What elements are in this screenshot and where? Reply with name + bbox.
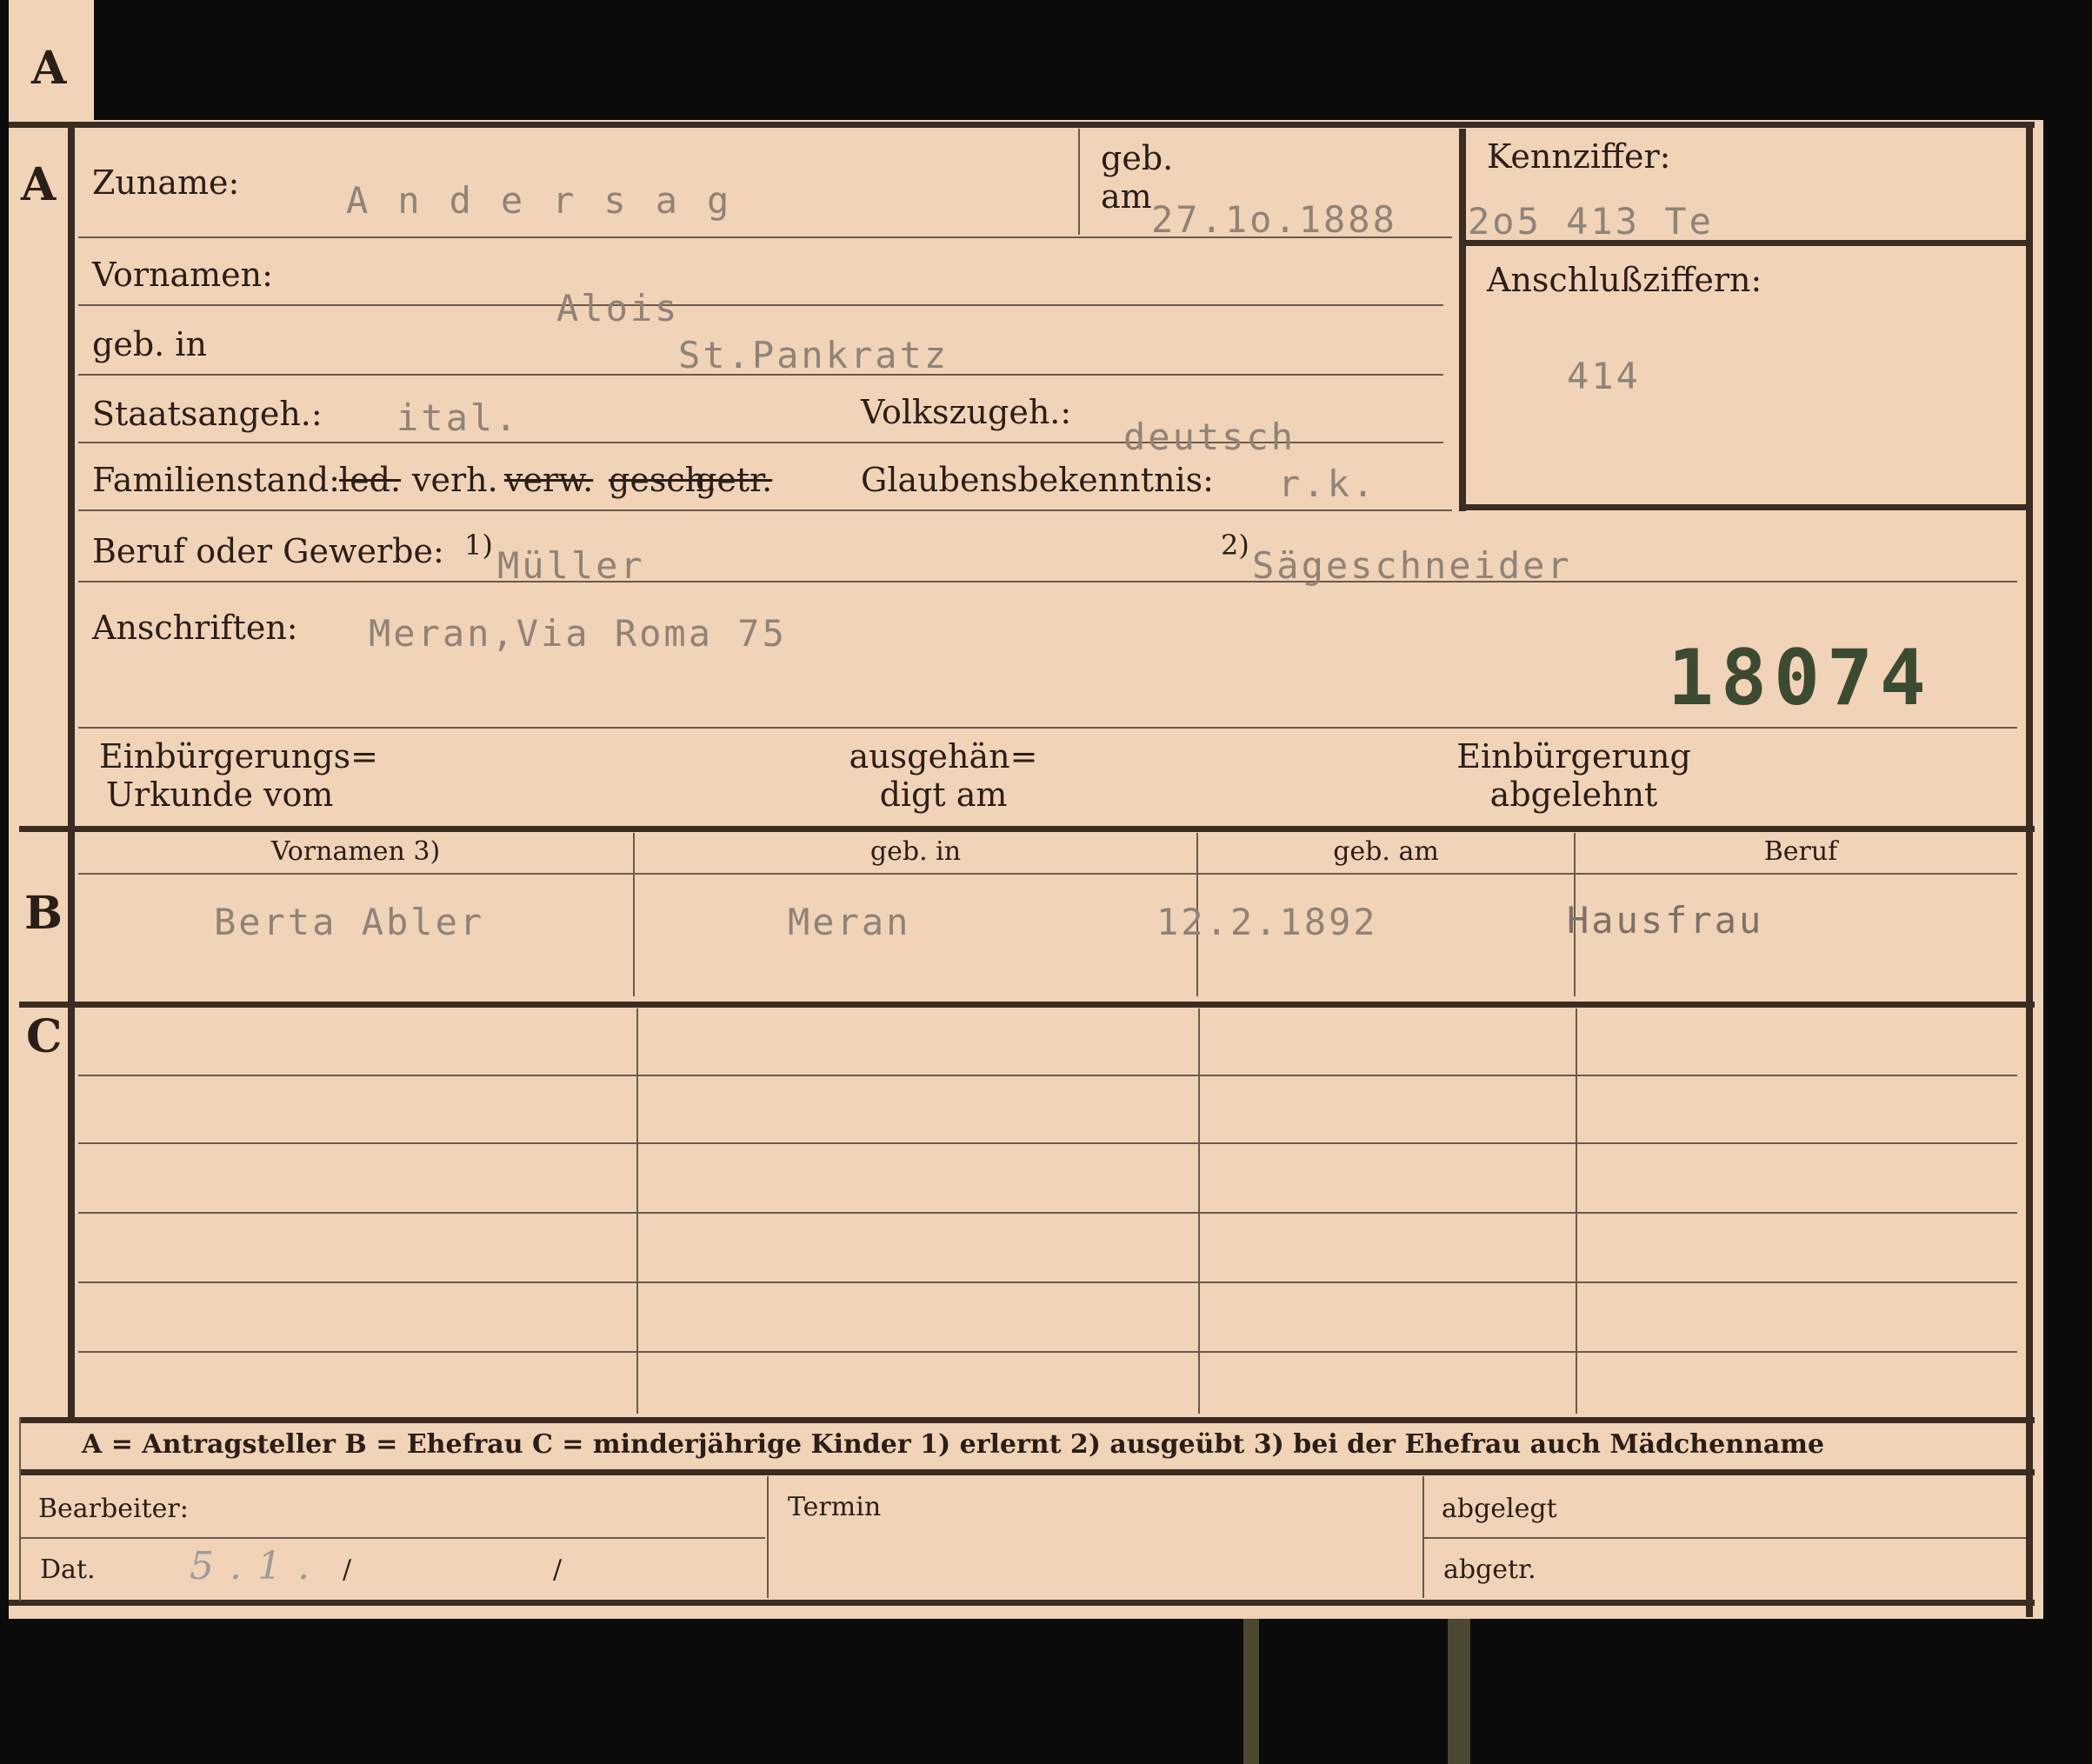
geb-date-value: 27.1o.1888 (1151, 198, 1397, 241)
nat-col2-line2: digt am (879, 775, 1008, 814)
spouse-header-vornamen: Vornamen 3) (270, 836, 441, 867)
spouse-beruf-value: Hausfrau (1567, 899, 1764, 942)
am-label: am (1101, 177, 1152, 216)
glauben-label: Glaubensbekenntnis: (861, 461, 1214, 499)
dat-slash-2: / (553, 1554, 563, 1585)
anschrift-label: Anschriften: (92, 609, 298, 647)
dat-slash-1: / (343, 1554, 352, 1585)
section-c-mark: C (26, 1010, 63, 1063)
staat-value: ital. (396, 396, 520, 439)
anschluss-label: Anschlußziffern: (1487, 261, 1762, 299)
staat-label: Staatsangeh.: (92, 395, 323, 433)
familien-opt-led: led. (339, 461, 402, 499)
spouse-header-beruf: Beruf (1763, 836, 1838, 867)
termin-label: Termin (788, 1492, 882, 1522)
dat-value: 5.1. (190, 1544, 325, 1588)
gebin-label: geb. in (92, 325, 207, 363)
gebin-value: St.Pankratz (678, 334, 949, 376)
nat-col1-line2: Urkunde vom (106, 775, 334, 814)
vornamen-value: Alois (556, 287, 680, 330)
spouse-vornamen-value: Berta Abler (214, 901, 485, 943)
nat-col3-line1: Einbürgerung (1456, 737, 1691, 775)
spouse-header-gebin: geb. in (869, 836, 962, 867)
familien-opt-verw: verw. (504, 461, 594, 499)
dat-label: Dat. (40, 1554, 96, 1585)
spouse-gebam-value: 12.2.1892 (1156, 901, 1378, 943)
volk-label: Volkszugeh.: (861, 393, 1072, 431)
familien-opt-verh: verh. (412, 461, 498, 499)
glauben-value: r.k. (1278, 463, 1377, 505)
volk-value: deutsch (1123, 416, 1296, 458)
kennziffer-label: Kennziffer: (1487, 137, 1671, 176)
zuname-label: Zuname: (92, 163, 240, 202)
kennziffer-value: 2o5 413 Te (1468, 200, 1714, 243)
familien-label: Familienstand: (92, 461, 340, 499)
nat-col1-line1: Einbürgerungs= (99, 737, 378, 775)
beruf-mark-1: 1) (464, 529, 493, 562)
bearbeiter-label: Bearbeiter: (38, 1494, 189, 1524)
legend-text: A = Antragsteller B = Ehefrau C = minder… (82, 1429, 1825, 1460)
vornamen-label: Vornamen: (92, 256, 273, 294)
section-a-mark: A (21, 158, 57, 211)
anschluss-value: 414 (1567, 355, 1641, 397)
zuname-value: Andersag (346, 179, 759, 222)
nat-col3-line2: abgelehnt (1489, 775, 1658, 814)
beruf-value-2: Sägeschneider (1252, 544, 1572, 587)
beruf-value-1: Müller (497, 544, 645, 587)
beruf-mark-2: 2) (1221, 529, 1249, 562)
anschrift-value: Meran,Via Roma 75 (369, 612, 787, 655)
nat-col2-line1: ausgehän= (849, 737, 1038, 775)
stamp-number: 18074 (1668, 633, 1933, 722)
spouse-header-gebam: geb. am (1333, 836, 1439, 867)
beruf-label: Beruf oder Gewerbe: (92, 532, 444, 570)
section-b-mark: B (24, 887, 63, 940)
abgelegt-label: abgelegt (1442, 1494, 1557, 1524)
spouse-gebin-value: Meran (788, 901, 911, 943)
abgetr-label: abgetr. (1443, 1554, 1536, 1585)
geb-label: geb. (1101, 139, 1174, 177)
tab-letter: A (31, 42, 67, 95)
familien-opt-getr: getr. (696, 461, 773, 499)
